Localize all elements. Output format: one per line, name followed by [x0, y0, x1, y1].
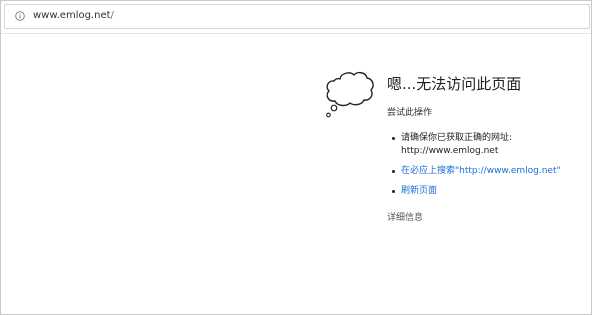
url-path: /: [110, 10, 114, 21]
url-host: www.emlog.net: [33, 10, 111, 21]
browser-window: www.emlog.net/ 嗯...无法访问此页面 尝试此操作 请确保你已获取…: [0, 0, 592, 315]
error-subtitle: 尝试此操作: [387, 108, 433, 118]
refresh-page-link[interactable]: 刷新页面: [401, 186, 437, 196]
suggestion-check-url: 请确保你已获取正确的网址: http://www.emlog.net: [387, 132, 587, 158]
suggestion-search-bing: 在必应上搜索"http://www.emlog.net": [387, 165, 587, 178]
suggestion-refresh: 刷新页面: [387, 185, 587, 198]
thought-cloud-icon: [326, 71, 374, 118]
toolbar-divider: [1, 33, 591, 34]
url-input[interactable]: www.emlog.net/: [4, 4, 590, 29]
error-content: 嗯...无法访问此页面 尝试此操作 请确保你已获取正确的网址: http://w…: [387, 73, 587, 223]
error-title: 嗯...无法访问此页面: [387, 75, 522, 93]
url-text: www.emlog.net/: [33, 10, 114, 21]
suggestion-check-url-address: http://www.emlog.net: [401, 146, 499, 156]
details-button[interactable]: 详细信息: [387, 210, 587, 223]
bullet: [392, 190, 395, 193]
suggestion-check-url-text: 请确保你已获取正确的网址:: [401, 133, 513, 143]
suggestions-list: 请确保你已获取正确的网址: http://www.emlog.net 在必应上搜…: [387, 132, 587, 198]
bullet: [392, 137, 395, 140]
info-circle-icon[interactable]: [15, 11, 25, 21]
search-bing-link[interactable]: 在必应上搜索"http://www.emlog.net": [401, 166, 561, 176]
bullet: [392, 170, 395, 173]
address-bar: www.emlog.net/: [1, 1, 591, 31]
